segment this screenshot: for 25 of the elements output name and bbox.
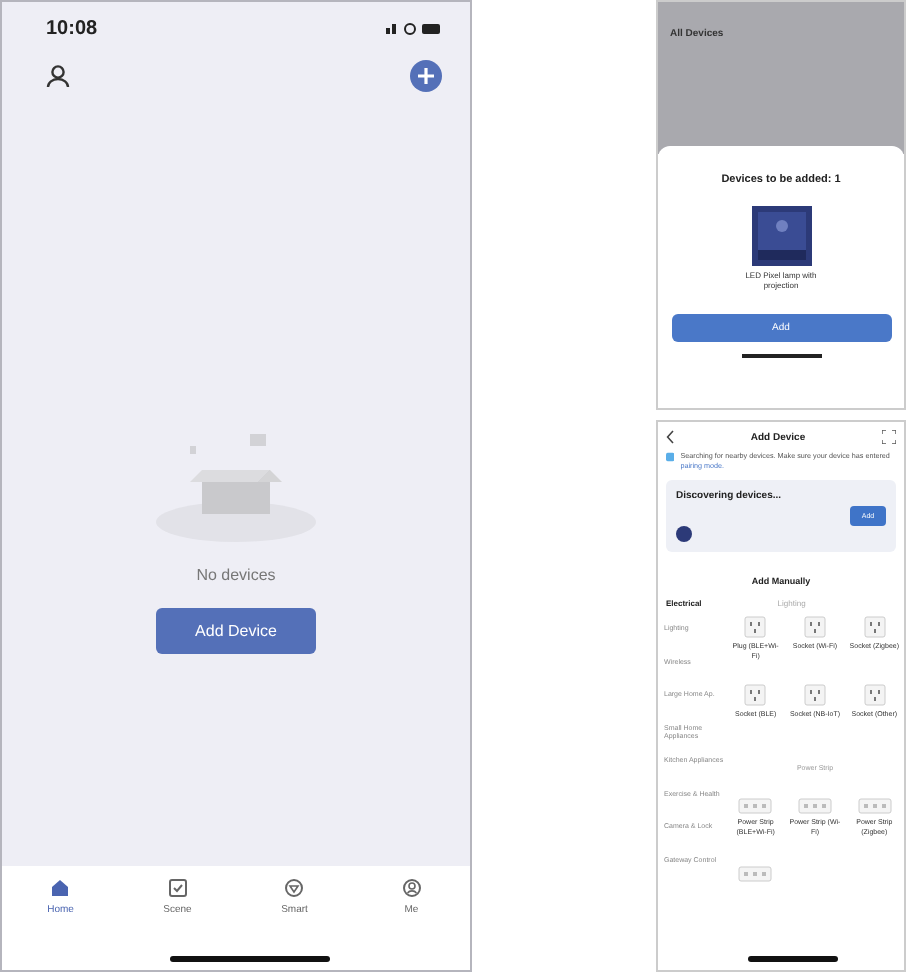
device-dot-icon: [676, 526, 692, 543]
power-strip-icon: [797, 798, 832, 815]
empty-message: No devices: [196, 565, 276, 583]
smart-icon: [284, 878, 305, 898]
scan-icon[interactable]: [881, 430, 896, 444]
socket-icon: [803, 684, 826, 707]
checkbox-icon: [167, 878, 188, 898]
socket-icon: [863, 684, 886, 707]
add-device-button[interactable]: Add Device: [156, 607, 316, 653]
back-icon[interactable]: [666, 430, 674, 444]
add-icon[interactable]: [410, 60, 442, 92]
socket-icon: [744, 684, 767, 707]
home-icon: [50, 878, 71, 898]
power-strip-icon: [738, 798, 773, 815]
socket-icon: [744, 616, 767, 639]
home-indicator: [741, 354, 821, 358]
socket-icon: [803, 616, 826, 639]
socket-icon: [863, 616, 886, 639]
profile-icon[interactable]: [46, 64, 70, 88]
status-time: 10:08: [46, 18, 98, 40]
profile-icon: [401, 878, 422, 898]
power-strip-icon: [738, 866, 773, 883]
power-strip-icon: [857, 798, 892, 815]
home-indicator: [748, 956, 838, 962]
status-icons: [386, 22, 442, 36]
